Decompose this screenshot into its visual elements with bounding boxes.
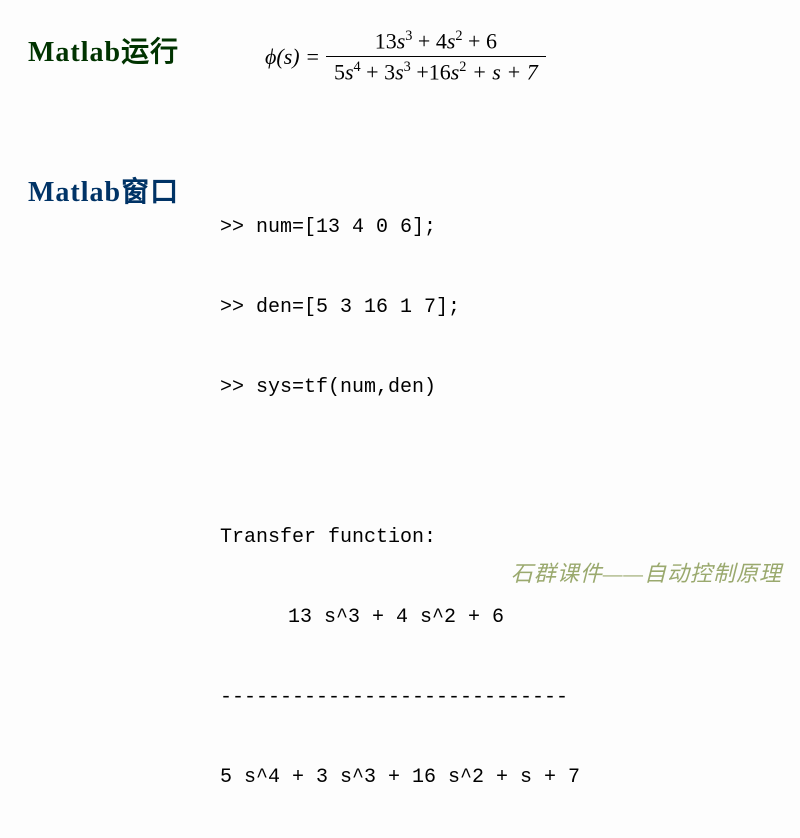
den-exp1: 4 <box>354 59 361 75</box>
transfer-function-equation: ϕ(s) = 13s3 + 4s2 + 6 5s4 + 3s3 +16s2 + … <box>265 28 546 86</box>
num-exp2: 2 <box>455 28 462 44</box>
eq-lhs-text: ϕ(s) = <box>265 44 320 69</box>
den-exp3: 2 <box>459 59 466 75</box>
num-term3: + 6 <box>468 28 497 53</box>
tf-output-divider: ----------------------------- <box>220 678 580 718</box>
den-var2: s <box>395 60 404 85</box>
num-coef2: + 4 <box>418 28 447 53</box>
num-var1: s <box>397 28 406 53</box>
equation-numerator: 13s3 + 4s2 + 6 <box>367 28 505 56</box>
equation-fraction: 13s3 + 4s2 + 6 5s4 + 3s3 +16s2 + s + 7 <box>326 28 546 86</box>
blank-line <box>220 448 580 468</box>
footer-credit: 石群课件——自动控制原理 <box>511 556 782 588</box>
den-var1: s <box>345 60 354 85</box>
den-term4: + s + 7 <box>472 60 538 85</box>
heading-matlab-run: Matlab运行 <box>28 30 179 70</box>
matlab-command-window: >> num=[13 4 0 6]; >> den=[5 3 16 1 7]; … <box>220 168 580 838</box>
den-coef2: + 3 <box>366 60 395 85</box>
num-coef1: 13 <box>375 28 397 53</box>
equation-denominator: 5s4 + 3s3 +16s2 + s + 7 <box>326 56 546 85</box>
den-coef3: +16 <box>416 60 450 85</box>
den-exp2: 3 <box>404 59 411 75</box>
tf-output-numerator: 13 s^3 + 4 s^2 + 6 <box>220 598 580 638</box>
num-exp1: 3 <box>405 28 412 44</box>
code-line-tf: >> sys=tf(num,den) <box>220 368 580 408</box>
output-title: Transfer function: <box>220 518 580 558</box>
den-coef1: 5 <box>334 60 345 85</box>
code-line-den: >> den=[5 3 16 1 7]; <box>220 288 580 328</box>
heading-matlab-window: Matlab窗口 <box>28 170 179 210</box>
equation-lhs: ϕ(s) = <box>265 44 320 70</box>
den-var3: s <box>451 60 460 85</box>
code-line-num: >> num=[13 4 0 6]; <box>220 208 580 248</box>
tf-output-denominator: 5 s^4 + 3 s^3 + 16 s^2 + s + 7 <box>220 758 580 798</box>
